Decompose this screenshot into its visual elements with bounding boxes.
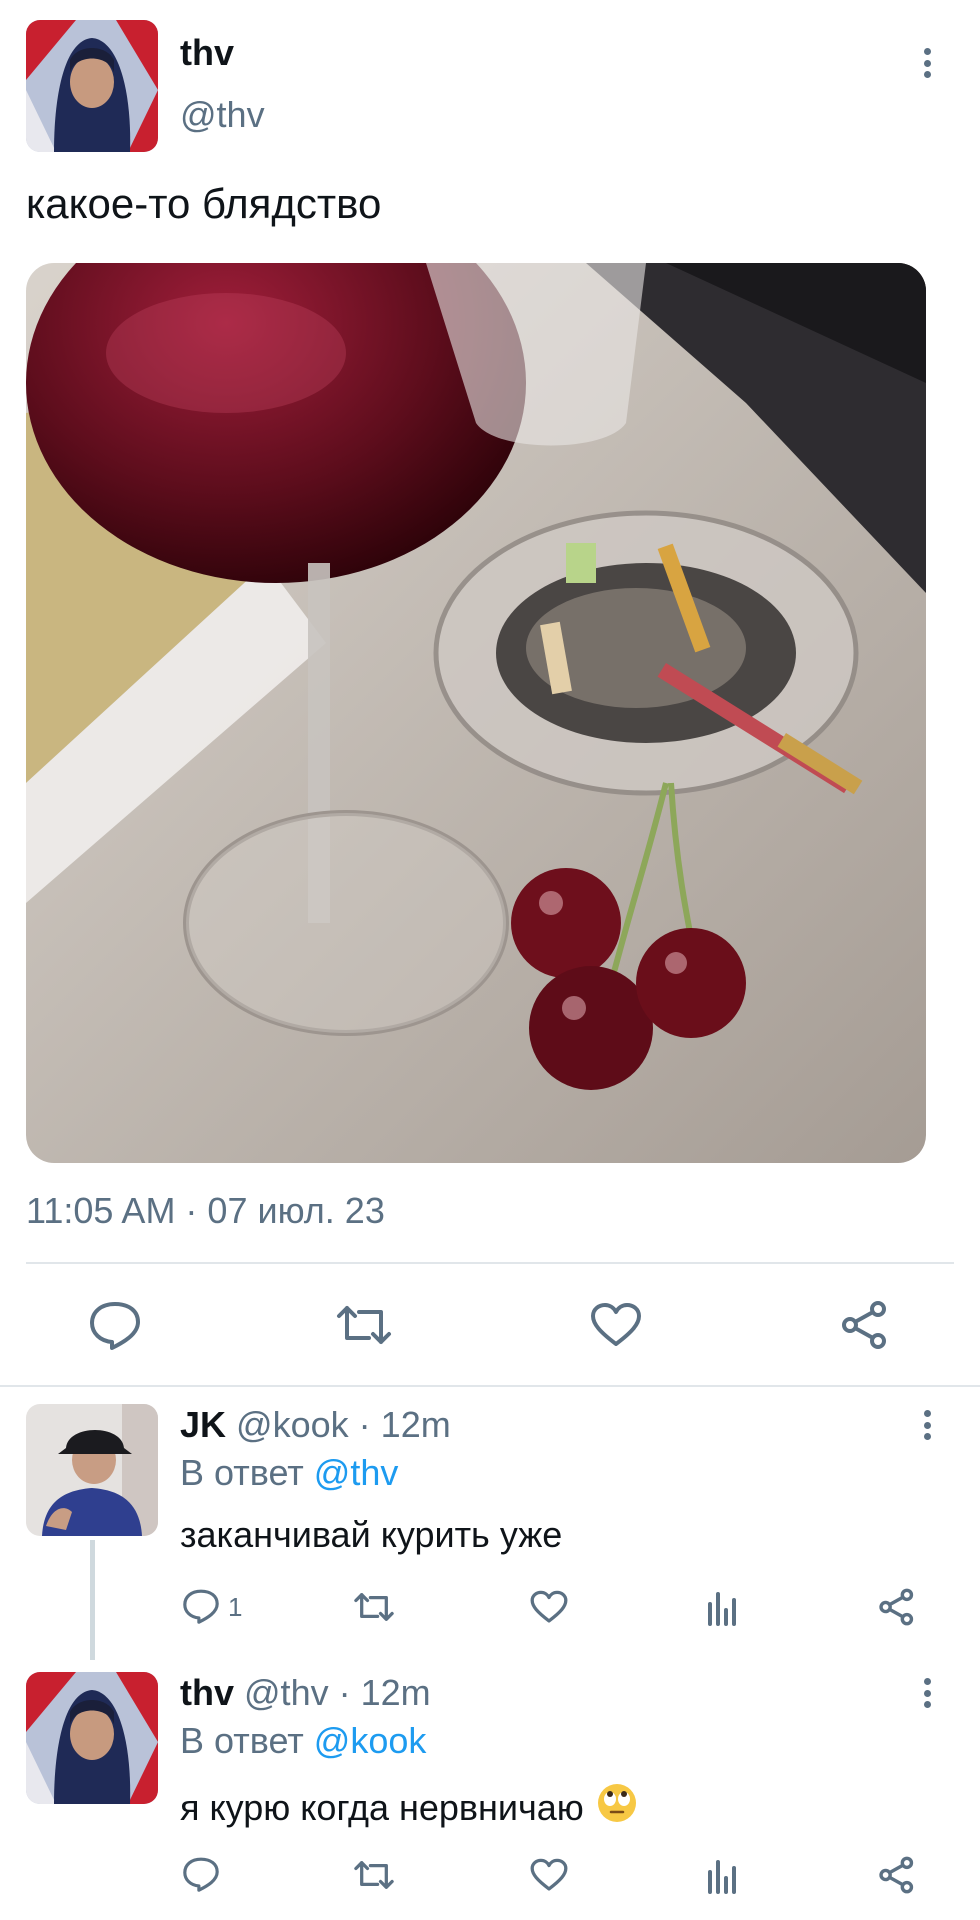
reply-to-link[interactable]: @kook (314, 1720, 427, 1761)
more-options-icon[interactable] (922, 1678, 932, 1708)
reply-text-row: я курю когда нервничаю (180, 1782, 638, 1833)
handle[interactable]: @kook (236, 1404, 349, 1445)
thread-line (90, 1540, 95, 1660)
tweet-text: какое-то блядство (26, 180, 382, 227)
separator-dot: · (358, 1404, 371, 1445)
tweet-photo[interactable] (26, 263, 926, 1163)
time[interactable]: 12m (361, 1672, 431, 1713)
display-name[interactable]: thv (180, 1672, 234, 1713)
analytics-icon[interactable] (706, 1858, 740, 1894)
separator-dot: · (338, 1672, 351, 1713)
photo-wine-ashtray-cherries-icon (26, 263, 926, 1163)
divider (0, 1385, 980, 1387)
reply-context: В ответ @thv (180, 1452, 398, 1494)
display-name[interactable]: JK (180, 1404, 226, 1445)
reply-prefix: В ответ (180, 1452, 304, 1493)
reply-to-link[interactable]: @thv (314, 1452, 399, 1493)
retweet-icon[interactable] (353, 1858, 395, 1892)
reply-prefix: В ответ (180, 1720, 304, 1761)
reply1-header: JK @kook · 12m (180, 1404, 451, 1446)
reply-count: 1 (228, 1592, 243, 1622)
reply-text: заканчивай курить уже (180, 1514, 563, 1555)
handle[interactable]: @thv (244, 1672, 329, 1713)
retweet-icon[interactable] (353, 1590, 395, 1624)
display-name[interactable]: thv (180, 32, 234, 74)
rolling-eyes-emoji-icon (596, 1782, 638, 1833)
avatar-jk[interactable] (26, 1404, 158, 1536)
like-icon[interactable] (530, 1590, 568, 1624)
time[interactable]: 12m (381, 1404, 451, 1445)
reply-icon[interactable] (182, 1588, 220, 1624)
share-icon[interactable] (878, 1856, 916, 1894)
share-icon[interactable] (840, 1300, 890, 1350)
timestamp[interactable]: 11:05 AM · 07 июл. 23 (26, 1190, 385, 1232)
analytics-icon[interactable] (706, 1590, 740, 1626)
handle[interactable]: @thv (180, 94, 265, 136)
reply-context: В ответ @kook (180, 1720, 426, 1762)
reply-text: я курю когда нервничаю (180, 1786, 584, 1828)
like-icon[interactable] (530, 1858, 568, 1892)
more-options-icon[interactable] (922, 48, 932, 78)
reply-icon[interactable] (182, 1856, 220, 1892)
reply2-header: thv @thv · 12m (180, 1672, 431, 1714)
share-icon[interactable] (878, 1588, 916, 1626)
retweet-icon[interactable] (335, 1302, 393, 1348)
more-options-icon[interactable] (922, 1410, 932, 1440)
reply-icon[interactable] (88, 1300, 142, 1350)
divider (26, 1262, 954, 1264)
like-icon[interactable] (590, 1302, 642, 1348)
avatar-thv[interactable] (26, 1672, 158, 1804)
avatar-thv[interactable] (26, 20, 158, 152)
